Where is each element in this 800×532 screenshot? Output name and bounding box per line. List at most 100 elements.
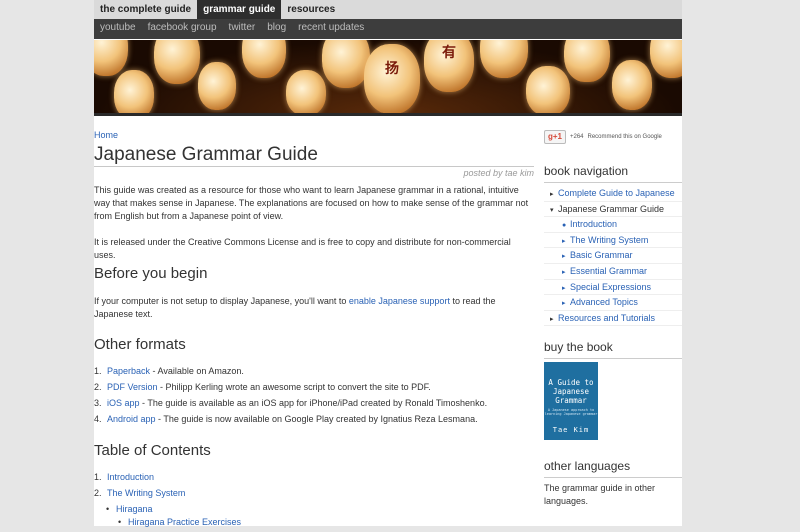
list-item: 2. PDF Version - Philipp Kerling wrote an… xyxy=(94,381,487,397)
bullet-icon: ● xyxy=(562,222,567,230)
google-plus-count: +264 xyxy=(570,134,584,140)
before-text: If your computer is not setup to display… xyxy=(94,296,349,306)
toc-introduction-link[interactable]: Introduction xyxy=(107,472,154,482)
nav-item-label: Basic Grammar xyxy=(570,250,633,261)
nav-item-resources[interactable]: ▸ Resources and Tutorials xyxy=(544,311,682,327)
nav-item-label: The Writing System xyxy=(570,234,649,245)
toc-hiragana-link[interactable]: Hiragana xyxy=(116,504,153,514)
license-paragraph: It is released under the Creative Common… xyxy=(94,237,511,260)
android-app-link[interactable]: Android app xyxy=(107,414,156,424)
caret-right-icon: ▸ xyxy=(562,300,566,308)
lantern-image xyxy=(94,40,128,76)
google-plus-button[interactable]: g+1 xyxy=(544,130,566,144)
lantern-image xyxy=(154,40,200,84)
banner-border xyxy=(94,113,682,116)
nav-item-label: Complete Guide to Japanese xyxy=(558,188,675,198)
google-plus-text: Recommend this on Google xyxy=(587,134,662,140)
list-number: 1. xyxy=(94,366,102,376)
before-paragraph: If your computer is not setup to display… xyxy=(94,295,534,321)
lantern-kanji: 有 xyxy=(442,45,456,62)
title-divider xyxy=(94,166,534,167)
tab-complete-guide[interactable]: the complete guide xyxy=(94,0,197,19)
breadcrumb-home[interactable]: Home xyxy=(94,130,118,140)
lantern-kanji: 扬 xyxy=(385,61,399,77)
ios-app-link[interactable]: iOS app xyxy=(107,398,140,408)
nav-item-complete-guide[interactable]: ▸ Complete Guide to Japanese xyxy=(544,186,682,202)
book-cover-author: Tae Kim xyxy=(552,426,590,434)
lantern-image: 有 xyxy=(424,40,474,92)
list-number: 3. xyxy=(94,398,102,408)
nav-item-introduction[interactable]: ● Introduction xyxy=(544,217,682,233)
formats-list: 1. Paperback - Available on Amazon. 2. PDF… xyxy=(94,365,487,429)
list-item: • Hiragana Practice Exercises xyxy=(94,516,241,532)
caret-right-icon: ▸ xyxy=(562,237,566,245)
list-item: 4. Android app - The guide is now availab… xyxy=(94,413,487,429)
subnav-youtube[interactable]: youtube xyxy=(94,19,142,39)
nav-item-label: Advanced Topics xyxy=(570,297,638,308)
nav-item-advanced-topics[interactable]: ▸ Advanced Topics xyxy=(544,295,682,311)
toc-writing-system-link[interactable]: The Writing System xyxy=(107,488,185,498)
bullet-icon: • xyxy=(106,504,110,514)
lantern-image xyxy=(286,70,326,116)
sidebar-divider xyxy=(544,358,682,359)
table-of-contents-heading: Table of Contents xyxy=(94,442,211,459)
book-cover-title: A Guide to Japanese Grammar xyxy=(548,378,594,405)
nav-item-label: Introduction xyxy=(570,219,618,230)
before-you-begin-heading: Before you begin xyxy=(94,265,208,282)
lantern-image xyxy=(322,40,370,88)
caret-right-icon: ▸ xyxy=(550,191,554,198)
nav-item-essential-grammar[interactable]: ▸ Essential Grammar xyxy=(544,264,682,280)
list-number: 2. xyxy=(94,382,102,392)
buy-the-book-heading: buy the book xyxy=(544,340,613,354)
page: the complete guide grammar guide resourc… xyxy=(94,0,682,527)
page-title: Japanese Grammar Guide xyxy=(94,144,318,165)
lantern-image xyxy=(198,62,236,110)
list-item: 3. iOS app - The guide is available as an… xyxy=(94,397,487,413)
list-text: - The guide is now available on Google P… xyxy=(155,414,478,424)
lantern-image xyxy=(526,66,570,116)
japanese-support-link[interactable]: enable Japanese support xyxy=(349,296,450,306)
pdf-version-link[interactable]: PDF Version xyxy=(107,382,158,392)
nav-item-label: Special Expressions xyxy=(570,281,652,292)
top-nav: the complete guide grammar guide resourc… xyxy=(94,0,682,19)
nav-item-special-expressions[interactable]: ▸ Special Expressions xyxy=(544,280,682,296)
caret-right-icon: ▸ xyxy=(562,253,566,261)
google-plus-widget: g+1 +264 Recommend this on Google xyxy=(544,130,662,144)
book-navigation-list: ▸ Complete Guide to Japanese ▾ Japanese Gr… xyxy=(544,186,682,327)
toc-list: 1. Introduction 2. The Writing System • Hir… xyxy=(94,471,241,532)
list-number: 1. xyxy=(94,472,102,482)
caret-right-icon: ▸ xyxy=(562,284,566,292)
list-number: 2. xyxy=(94,488,102,498)
other-formats-heading: Other formats xyxy=(94,336,186,353)
subnav-twitter[interactable]: twitter xyxy=(223,19,262,39)
lantern-image xyxy=(114,70,154,116)
list-text: - Philipp Kerling wrote an awesome scrip… xyxy=(157,382,431,392)
list-text: - Available on Amazon. xyxy=(150,366,244,376)
posted-by: posted by tae kim xyxy=(463,168,534,178)
lantern-image: 扬 xyxy=(364,44,420,114)
list-number: 4. xyxy=(94,414,102,424)
tab-grammar-guide[interactable]: grammar guide xyxy=(197,0,282,19)
tab-resources[interactable]: resources xyxy=(281,0,341,19)
book-cover-subtitle: A Japanese approach to learning Japanese… xyxy=(544,408,598,416)
subnav-recent-updates[interactable]: recent updates xyxy=(292,19,370,39)
lantern-image xyxy=(564,40,610,82)
caret-right-icon: ▸ xyxy=(562,268,566,276)
lantern-image xyxy=(242,40,286,78)
other-languages-heading: other languages xyxy=(544,459,631,473)
list-item: 1. Paperback - Available on Amazon. xyxy=(94,365,487,381)
nav-item-label: Resources and Tutorials xyxy=(558,312,656,323)
subnav-facebook-group[interactable]: facebook group xyxy=(142,19,223,39)
book-cover-image[interactable]: A Guide to Japanese Grammar A Japanese a… xyxy=(544,362,598,440)
nav-item-grammar-guide[interactable]: ▾ Japanese Grammar Guide xyxy=(544,202,682,218)
nav-item-writing-system[interactable]: ▸ The Writing System xyxy=(544,233,682,249)
paperback-link[interactable]: Paperback xyxy=(107,366,150,376)
nav-item-label: Japanese Grammar Guide xyxy=(558,203,665,214)
list-item: 2. The Writing System xyxy=(94,487,241,503)
intro-paragraph: This guide was created as a resource for… xyxy=(94,185,529,221)
subnav-blog[interactable]: blog xyxy=(261,19,292,39)
nav-item-basic-grammar[interactable]: ▸ Basic Grammar xyxy=(544,248,682,264)
sidebar-divider xyxy=(544,477,682,478)
list-item: • Hiragana xyxy=(94,503,241,516)
book-navigation-heading: book navigation xyxy=(544,164,629,178)
